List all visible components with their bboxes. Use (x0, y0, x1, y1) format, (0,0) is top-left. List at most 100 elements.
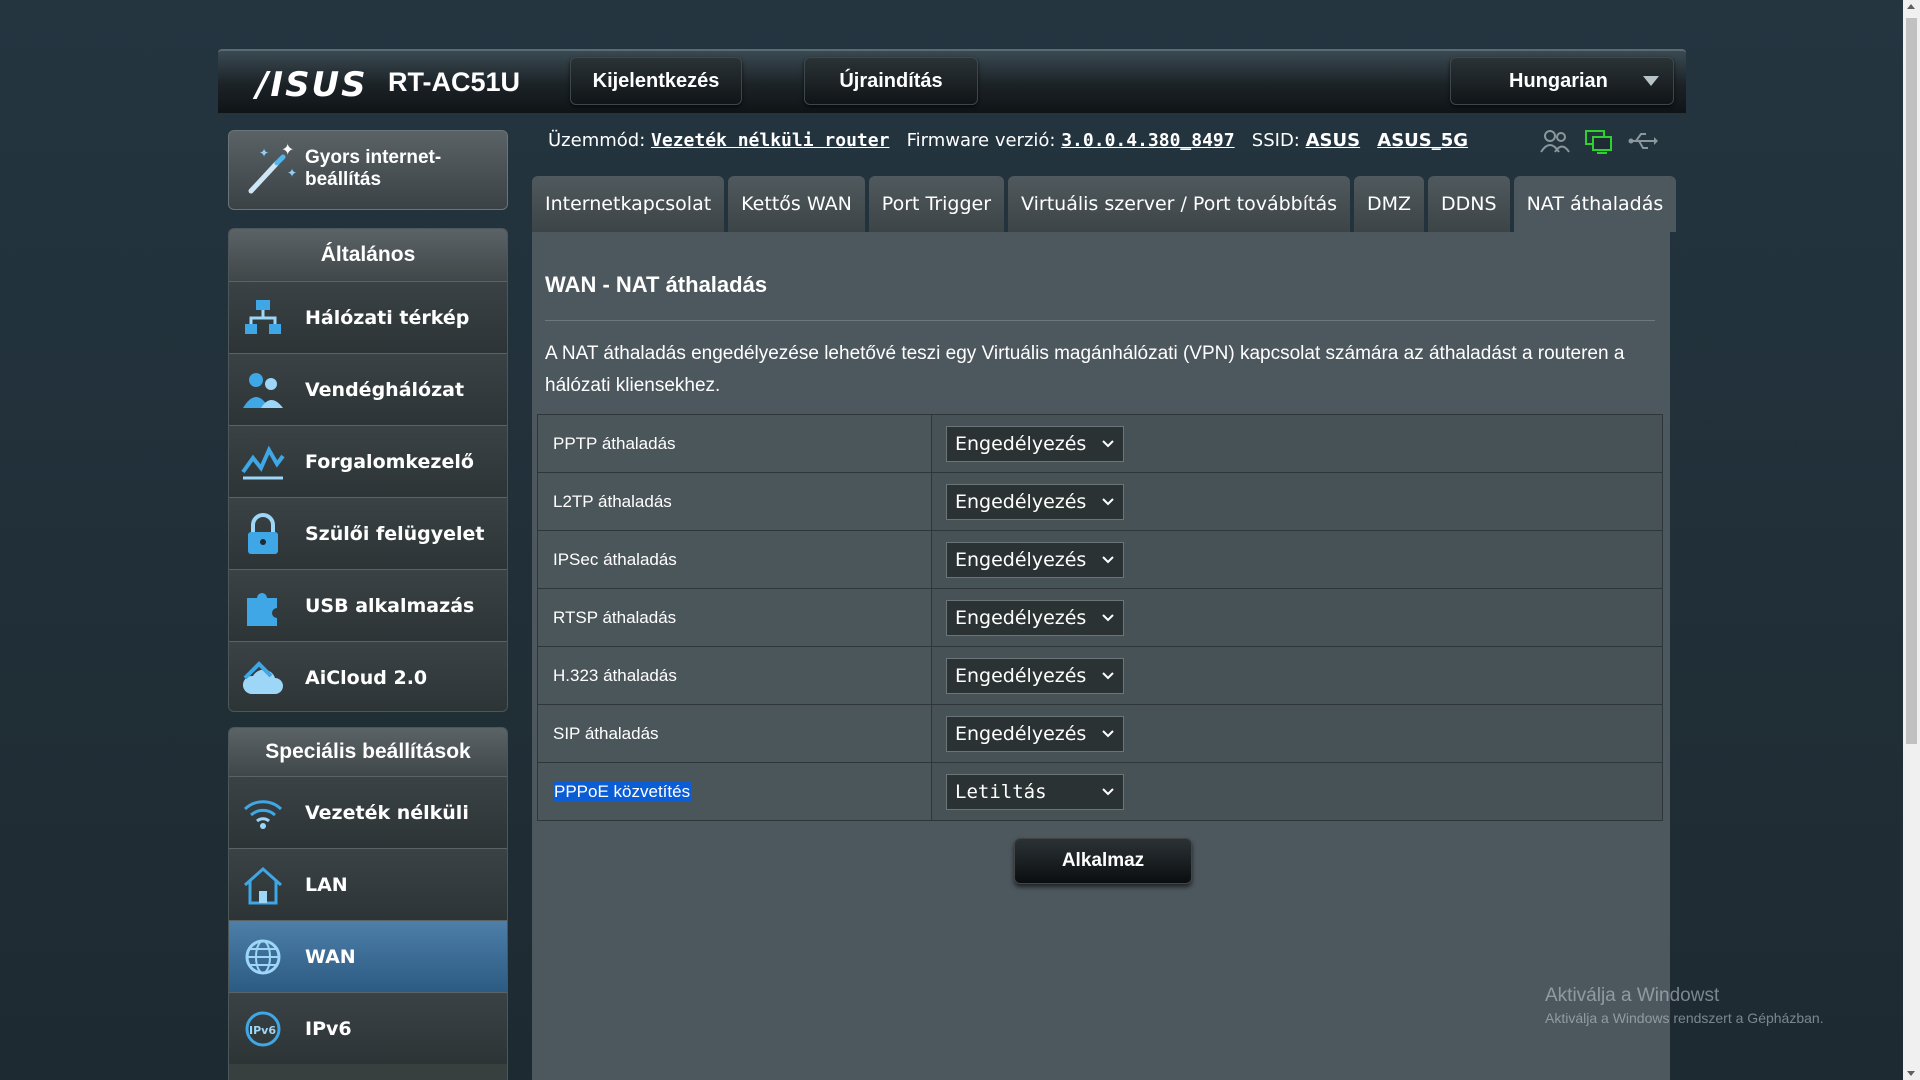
advanced-menu: Speciális beállítások Vezeték nélküli LA… (228, 727, 508, 1080)
tab-virtual-server[interactable]: Virtuális szerver / Port továbbítás (1008, 176, 1350, 232)
reboot-button[interactable]: Újraindítás (804, 57, 978, 105)
sidebar-item-label: Vezeték nélküli (305, 801, 469, 824)
tab-nat-passthrough[interactable]: NAT áthaladás (1513, 176, 1677, 232)
tab-port-trigger[interactable]: Port Trigger (868, 176, 1005, 232)
tab-ddns[interactable]: DDNS (1428, 176, 1510, 232)
globe-icon (241, 935, 285, 979)
scroll-up-icon[interactable] (1907, 4, 1915, 9)
chevron-down-icon (1101, 667, 1115, 690)
sidebar-item-aicloud[interactable]: AiCloud 2.0 (229, 641, 507, 711)
page-scrollbar[interactable] (1903, 0, 1920, 1080)
clients-icon[interactable] (1540, 128, 1570, 159)
table-row: H.323 áthaladás Engedélyezés (537, 646, 1663, 705)
table-row: PPPoE közvetítés Letiltás (537, 762, 1663, 821)
sidebar-item-label: Vendéghálózat (305, 378, 465, 401)
activation-watermark-text: Aktiválja a Windows rendszert a Gépházba… (1545, 1010, 1824, 1026)
tab-dmz[interactable]: DMZ (1354, 176, 1425, 232)
svg-text:IPv6: IPv6 (249, 1024, 276, 1037)
ssid-link-2g[interactable]: ASUS (1306, 130, 1360, 151)
dropdown-arrow-icon (1643, 76, 1659, 86)
row-label: SIP áthaladás (537, 704, 932, 763)
row-label: IPSec áthaladás (537, 530, 932, 589)
usb-icon[interactable] (1628, 128, 1658, 159)
chevron-down-icon (1101, 783, 1115, 806)
chevron-down-icon (1101, 493, 1115, 516)
magic-wand-icon: ✦ ✦ ✦ (243, 140, 299, 202)
status-bar: Üzemmód: Vezeték nélküli router Firmware… (548, 130, 1468, 151)
h323-select[interactable]: Engedélyezés (946, 657, 1124, 694)
page-title: WAN - NAT áthaladás (545, 272, 768, 297)
firmware-label: Firmware verzió: (906, 130, 1056, 151)
rtsp-select[interactable]: Engedélyezés (946, 599, 1124, 636)
title-divider (545, 320, 1655, 321)
passthrough-table: PPTP áthaladás Engedélyezés L2TP áthalad… (537, 414, 1663, 821)
table-row: PPTP áthaladás Engedélyezés (537, 414, 1663, 473)
wifi-icon (241, 791, 285, 835)
model-name: RT-AC51U (388, 67, 521, 97)
sidebar-item-label: USB alkalmazás (305, 594, 475, 617)
chevron-down-icon (1101, 609, 1115, 632)
status-icons (1540, 128, 1658, 159)
tab-internet-connection[interactable]: Internetkapcsolat (532, 176, 725, 232)
chevron-down-icon (1101, 551, 1115, 574)
ipsec-select[interactable]: Engedélyezés (946, 541, 1124, 578)
scrollbar-thumb[interactable] (1906, 18, 1917, 744)
page-description: A NAT áthaladás engedélyezése lehetővé t… (545, 343, 1625, 396)
l2tp-select[interactable]: Engedélyezés (946, 483, 1124, 520)
table-row: L2TP áthaladás Engedélyezés (537, 472, 1663, 531)
select-value: Engedélyezés (955, 664, 1087, 687)
sidebar-item-label: WAN (305, 945, 356, 968)
select-value: Engedélyezés (955, 490, 1087, 513)
mode-link[interactable]: Vezeték nélküli router (651, 130, 889, 151)
language-value: Hungarian (1509, 69, 1608, 92)
table-row: IPSec áthaladás Engedélyezés (537, 530, 1663, 589)
sidebar-item-label: IPv6 (305, 1017, 352, 1040)
pppoe-relay-select[interactable]: Letiltás (946, 773, 1124, 810)
chevron-down-icon (1101, 725, 1115, 748)
asus-logo: /ISUS (256, 65, 368, 105)
sip-select[interactable]: Engedélyezés (946, 715, 1124, 752)
sidebar-item-label: Hálózati térkép (305, 306, 470, 329)
sidebar-item-usb-application[interactable]: USB alkalmazás (229, 569, 507, 641)
tab-dual-wan[interactable]: Kettős WAN (728, 176, 865, 232)
pptp-select[interactable]: Engedélyezés (946, 425, 1124, 462)
quick-internet-setup-button[interactable]: ✦ ✦ ✦ Gyors internet-beállítás (228, 130, 508, 210)
sidebar-item-wireless[interactable]: Vezeték nélküli (229, 776, 507, 848)
svg-text:✦: ✦ (287, 166, 297, 180)
traffic-manager-icon (241, 440, 285, 484)
row-label: PPTP áthaladás (537, 414, 932, 473)
firmware-link[interactable]: 3.0.0.4.380_8497 (1061, 130, 1234, 151)
scroll-down-icon[interactable] (1907, 1071, 1915, 1076)
top-header: /ISUS RT-AC51U Kijelentkezés Újraindítás… (218, 49, 1686, 113)
select-value: Engedélyezés (955, 606, 1087, 629)
language-select[interactable]: Hungarian (1450, 57, 1674, 105)
apply-button[interactable]: Alkalmaz (1014, 838, 1192, 884)
logout-button[interactable]: Kijelentkezés (570, 57, 742, 105)
sidebar-item-wan[interactable]: WAN (229, 920, 507, 992)
sidebar-item-guest-network[interactable]: Vendéghálózat (229, 353, 507, 425)
ssid-link-5g[interactable]: ASUS_5G (1377, 130, 1468, 151)
cloud-icon (241, 656, 285, 700)
row-label: RTSP áthaladás (537, 588, 932, 647)
mode-label: Üzemmód: (548, 130, 646, 151)
select-value: Engedélyezés (955, 432, 1087, 455)
quick-setup-label: Gyors internet-beállítás (305, 147, 442, 190)
row-label: H.323 áthaladás (537, 646, 932, 705)
row-label-selected: PPPoE közvetítés (553, 781, 692, 801)
internet-status-icon[interactable] (1584, 128, 1614, 159)
sidebar-item-lan[interactable]: LAN (229, 848, 507, 920)
table-row: RTSP áthaladás Engedélyezés (537, 588, 1663, 647)
sidebar-item-network-map[interactable]: Hálózati térkép (229, 281, 507, 353)
sidebar-item-ipv6[interactable]: IPv6 IPv6 (229, 992, 507, 1064)
ipv6-icon: IPv6 (241, 1007, 285, 1051)
svg-text:✦: ✦ (281, 141, 294, 159)
select-value: Letiltás (955, 780, 1047, 803)
sidebar-item-traffic-manager[interactable]: Forgalomkezelő (229, 425, 507, 497)
general-title: Általános (229, 229, 507, 281)
svg-text:✦: ✦ (259, 146, 269, 160)
sidebar-item-label: LAN (305, 873, 348, 896)
select-value: Engedélyezés (955, 548, 1087, 571)
sidebar-item-parental-control[interactable]: Szülői felügyelet (229, 497, 507, 569)
main-content: WAN - NAT áthaladás A NAT áthaladás enge… (532, 232, 1670, 1080)
network-map-icon (241, 296, 285, 340)
